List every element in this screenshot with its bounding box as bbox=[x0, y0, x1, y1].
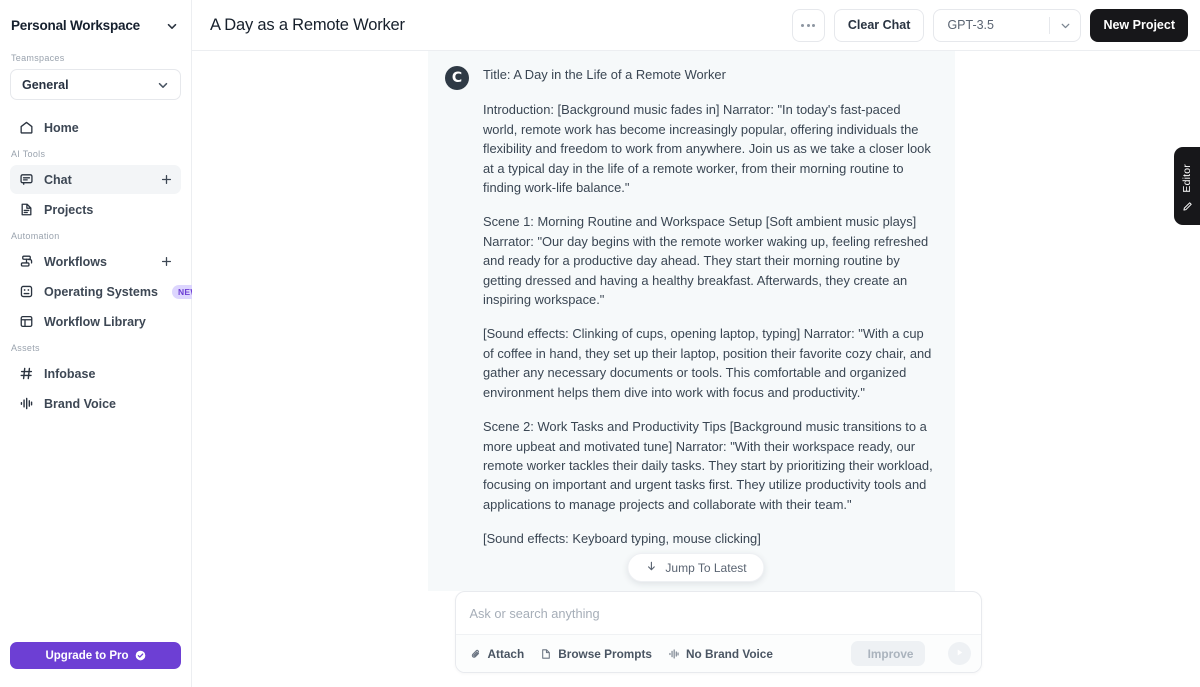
chat-panel: C Title: A Day in the Life of a Remote W… bbox=[428, 51, 955, 591]
sidebar-item-label: Workflow Library bbox=[44, 314, 146, 329]
new-project-button[interactable]: New Project bbox=[1090, 8, 1188, 42]
browse-prompts-button[interactable]: Browse Prompts bbox=[540, 647, 652, 661]
chat-bubble-icon bbox=[19, 172, 34, 187]
plus-icon[interactable] bbox=[160, 173, 173, 186]
brand-voice-selector[interactable]: No Brand Voice bbox=[668, 647, 773, 661]
sidebar-item-label: Home bbox=[44, 120, 79, 135]
new-project-label: New Project bbox=[1103, 18, 1175, 32]
sidebar-item-operating-systems[interactable]: Operating Systems NEW bbox=[10, 277, 205, 306]
model-selector[interactable]: GPT-3.5 bbox=[933, 8, 1082, 42]
automation-section-label: Automation bbox=[11, 231, 60, 241]
topbar: A Day as a Remote Worker Clear Chat GPT-… bbox=[192, 0, 1200, 51]
document-icon bbox=[540, 648, 552, 660]
sidebar-item-infobase[interactable]: Infobase bbox=[10, 359, 181, 388]
chevron-down-icon bbox=[165, 19, 179, 33]
upgrade-label: Upgrade to Pro bbox=[45, 649, 129, 662]
brand-voice-label: No Brand Voice bbox=[685, 646, 773, 661]
nav-automation: Workflows Operating Systems NEW Workflow… bbox=[0, 247, 205, 337]
attach-label: Attach bbox=[487, 646, 525, 661]
hash-icon bbox=[19, 366, 34, 381]
clear-chat-label: Clear Chat bbox=[847, 18, 911, 32]
message-paragraph: Introduction: [Background music fades in… bbox=[483, 102, 931, 196]
composer-toolbar: Attach Browse Prompts No Brand Voice Imp… bbox=[455, 634, 981, 672]
message-paragraph: Title: A Day in the Life of a Remote Wor… bbox=[483, 67, 726, 82]
jump-to-latest-label: Jump To Latest bbox=[665, 560, 747, 575]
sidebar-item-chat[interactable]: Chat bbox=[10, 165, 181, 194]
sidebar-item-label: Operating Systems bbox=[44, 284, 158, 299]
paperclip-icon bbox=[470, 648, 482, 660]
sidebar-item-label: Chat bbox=[44, 172, 72, 187]
sidebar: Personal Workspace Teamspaces General Ho… bbox=[0, 0, 205, 687]
teamspace-select[interactable]: General bbox=[10, 69, 181, 100]
nav-ai-tools: Chat Projects bbox=[0, 165, 191, 225]
editor-tab-label: Editor bbox=[1181, 164, 1193, 193]
app-root: Personal Workspace Teamspaces General Ho… bbox=[0, 0, 1200, 687]
assistant-avatar: C bbox=[445, 66, 469, 90]
clear-chat-button[interactable]: Clear Chat bbox=[833, 8, 925, 42]
composer: Ask or search anything Attach Browse Pro… bbox=[454, 591, 982, 673]
sidebar-item-label: Brand Voice bbox=[44, 396, 117, 411]
sidebar-item-brand-voice[interactable]: Brand Voice bbox=[10, 389, 181, 418]
message-paragraph: Scene 2: Work Tasks and Productivity Tip… bbox=[483, 419, 933, 512]
editor-panel-toggle[interactable]: Editor bbox=[1174, 147, 1200, 225]
send-button[interactable] bbox=[947, 642, 971, 665]
nav-assets: Infobase Brand Voice bbox=[0, 359, 191, 419]
library-layout-icon bbox=[19, 314, 34, 329]
main-area: A Day as a Remote Worker Clear Chat GPT-… bbox=[192, 0, 1200, 687]
pencil-icon bbox=[1182, 199, 1193, 211]
upgrade-to-pro-button[interactable]: Upgrade to Pro bbox=[10, 642, 181, 669]
chat-scroll-region[interactable]: C Title: A Day in the Life of a Remote W… bbox=[192, 51, 1200, 591]
audio-waveform-icon bbox=[19, 396, 34, 411]
check-circle-icon bbox=[135, 650, 146, 661]
chevron-down-icon bbox=[156, 78, 170, 92]
chat-message: C Title: A Day in the Life of a Remote W… bbox=[428, 51, 955, 564]
sidebar-item-workflow-library[interactable]: Workflow Library bbox=[10, 307, 181, 336]
improve-label: Improve bbox=[867, 646, 914, 661]
more-options-button[interactable] bbox=[791, 8, 825, 42]
attach-button[interactable]: Attach bbox=[470, 646, 525, 661]
chevron-down-icon[interactable] bbox=[1050, 19, 1080, 32]
jump-to-latest-button[interactable]: Jump To Latest bbox=[627, 553, 765, 582]
home-icon bbox=[19, 120, 34, 135]
search-input[interactable]: Ask or search anything bbox=[456, 592, 981, 634]
arrow-down-icon bbox=[645, 560, 657, 575]
nav-home-group: Home bbox=[0, 113, 191, 143]
audio-waveform-icon bbox=[668, 648, 680, 660]
workspace-title: Personal Workspace bbox=[11, 18, 140, 33]
send-play-icon bbox=[954, 645, 965, 663]
workflow-icon bbox=[19, 254, 34, 269]
message-paragraph: [Sound effects: Keyboard typing, mouse c… bbox=[483, 531, 761, 547]
sidebar-footer: Upgrade to Pro bbox=[0, 642, 191, 687]
ellipsis-icon bbox=[801, 23, 816, 27]
composer-wrapper: Ask or search anything Attach Browse Pro… bbox=[192, 591, 1200, 687]
plus-icon[interactable] bbox=[160, 255, 173, 268]
sidebar-item-home[interactable]: Home bbox=[10, 113, 181, 142]
sidebar-item-workflows[interactable]: Workflows bbox=[10, 247, 181, 276]
sidebar-item-projects[interactable]: Projects bbox=[10, 195, 181, 224]
workspace-switcher[interactable]: Personal Workspace bbox=[0, 0, 191, 51]
assets-section-label: Assets bbox=[11, 343, 40, 353]
model-selector-value: GPT-3.5 bbox=[947, 18, 994, 32]
document-icon bbox=[19, 202, 34, 217]
teamspaces-section-label: Teamspaces bbox=[11, 53, 65, 63]
ai-tools-section-label: AI Tools bbox=[11, 149, 46, 159]
page-title: A Day as a Remote Worker bbox=[210, 15, 405, 34]
teamspace-select-value: General bbox=[22, 77, 69, 92]
sidebar-item-label: Infobase bbox=[44, 366, 96, 381]
message-paragraph: [Sound effects: Clinking of cups, openin… bbox=[483, 326, 932, 400]
sidebar-item-label: Projects bbox=[44, 202, 94, 217]
sidebar-item-label: Workflows bbox=[44, 254, 107, 269]
message-paragraph: Scene 1: Morning Routine and Workspace S… bbox=[483, 214, 929, 308]
chat-message-body: Title: A Day in the Life of a Remote Wor… bbox=[483, 65, 933, 564]
browse-prompts-label: Browse Prompts bbox=[558, 646, 652, 661]
grid-dots-icon bbox=[19, 284, 34, 299]
improve-button[interactable]: Improve bbox=[850, 641, 925, 672]
